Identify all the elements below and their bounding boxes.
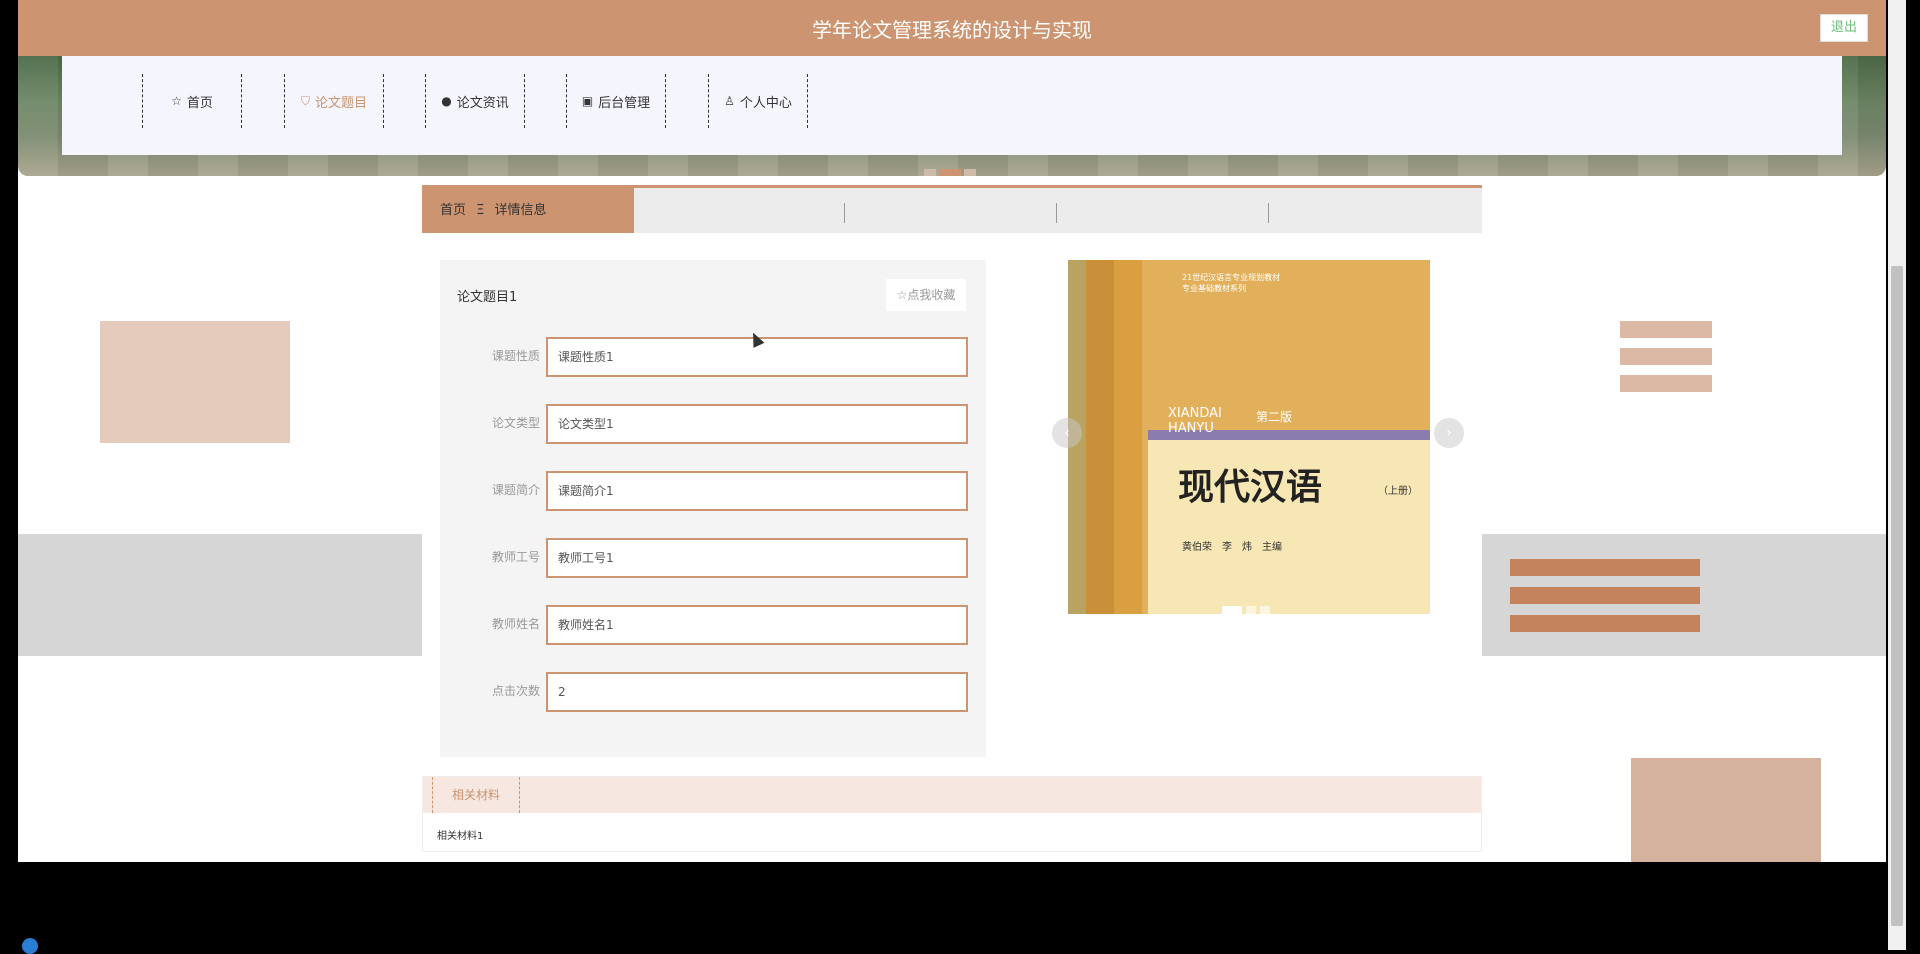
- field-value-input[interactable]: 课题简介1: [546, 471, 968, 511]
- field-row: 教师工号 教师工号1: [440, 538, 986, 578]
- nav-item-profile[interactable]: ♙ 个人中心: [708, 74, 808, 128]
- scrollbar[interactable]: [1888, 0, 1906, 950]
- field-row: 论文类型 论文类型1: [440, 404, 986, 444]
- deco-bar: [1510, 587, 1700, 604]
- banner-dot[interactable]: [964, 169, 976, 176]
- field-value-input[interactable]: 论文类型1: [546, 404, 968, 444]
- field-label: 课题简介: [491, 483, 540, 497]
- materials-tab-bar: 相关材料: [423, 777, 1481, 813]
- book-series-text: 21世纪汉语言专业规划教材 专业基础教材系列: [1182, 273, 1281, 293]
- detail-title: 论文题目1: [457, 290, 518, 305]
- nav-item-topics[interactable]: ⛉ 论文题目: [284, 74, 384, 128]
- book-title: 现代汉语: [1178, 466, 1323, 508]
- field-row: 教师姓名 教师姓名1: [440, 605, 986, 645]
- book-pinyin: XIANDAI HANYU: [1168, 406, 1222, 436]
- breadcrumb-home[interactable]: 首页: [440, 203, 466, 218]
- favorite-button[interactable]: ☆点我收藏: [886, 279, 966, 311]
- banner-dots: [924, 162, 979, 176]
- banner-dot[interactable]: [924, 169, 936, 176]
- user-icon: ♙: [724, 94, 735, 108]
- book-authors: 黄伯荣 李 炜 主编: [1182, 542, 1282, 553]
- deco-bar: [1620, 375, 1712, 392]
- image-carousel: 21世纪汉语言专业规划教材 专业基础教材系列 XIANDAI HANYU 第二版…: [1052, 260, 1464, 614]
- book-edition: 第二版: [1256, 410, 1293, 424]
- nav-item-label: 论文题目: [315, 95, 368, 111]
- star-icon: ☆: [171, 94, 182, 108]
- breadcrumb-separator: Ξ: [476, 203, 485, 218]
- deco-block: [100, 321, 290, 443]
- nav-item-label: 首页: [186, 95, 213, 111]
- field-row: 点击次数 2: [440, 672, 986, 712]
- nav-item-admin[interactable]: ▣ 后台管理: [566, 74, 666, 128]
- field-label: 教师工号: [491, 550, 540, 564]
- deco-bar: [1620, 321, 1712, 338]
- site-title: 学年论文管理系统的设计与实现: [812, 18, 1092, 42]
- nav-item-news[interactable]: ● 论文资讯: [425, 74, 525, 128]
- banner-dot-active[interactable]: [939, 169, 961, 176]
- field-label: 课题性质: [491, 349, 540, 363]
- carousel-dots: [1222, 599, 1274, 618]
- materials-content: 相关材料1: [437, 831, 484, 842]
- breadcrumb: 首页 Ξ 详情信息: [422, 185, 1482, 233]
- carousel-prev-button[interactable]: ‹: [1052, 418, 1082, 448]
- status-dot-icon: [22, 938, 38, 954]
- tab-materials[interactable]: 相关材料: [432, 777, 520, 813]
- nav-item-label: 个人中心: [739, 95, 792, 111]
- logout-button[interactable]: 退出: [1820, 14, 1868, 42]
- field-value-input[interactable]: 教师姓名1: [546, 605, 968, 645]
- field-label: 论文类型: [491, 416, 540, 430]
- top-bar: 学年论文管理系统的设计与实现 退出: [18, 0, 1886, 56]
- carousel-dot-active[interactable]: [1222, 606, 1242, 614]
- deco-bar: [1510, 615, 1700, 632]
- deco-bar: [1510, 559, 1700, 576]
- scrollbar-thumb[interactable]: [1891, 266, 1903, 926]
- carousel-next-button[interactable]: ›: [1434, 418, 1464, 448]
- breadcrumb-label: 首页 Ξ 详情信息: [422, 188, 634, 233]
- materials-section: 相关材料 相关材料1: [422, 776, 1482, 852]
- bag-icon: ⛉: [300, 93, 310, 108]
- detail-panel: 论文题目1 ☆点我收藏 课题性质 课题性质1 论文类型 论文类型1 课题简介 课…: [440, 260, 986, 757]
- book-cover-image: 21世纪汉语言专业规划教材 专业基础教材系列 XIANDAI HANYU 第二版…: [1068, 260, 1430, 614]
- breadcrumb-current: 详情信息: [494, 203, 547, 218]
- nav-item-label: 后台管理: [598, 95, 651, 111]
- field-value-input[interactable]: 教师工号1: [546, 538, 968, 578]
- carousel-dot[interactable]: [1246, 606, 1256, 614]
- deco-band: [18, 534, 422, 656]
- page: 学年论文管理系统的设计与实现 退出 ☆ 首页 ⛉ 论文题目 ● 论文资讯 ▣ 后…: [18, 0, 1886, 862]
- deco-bar: [1620, 348, 1712, 365]
- nav-item-label: 论文资讯: [456, 95, 509, 111]
- box-icon: ▣: [581, 94, 594, 108]
- nav-item-home[interactable]: ☆ 首页: [142, 74, 242, 128]
- field-row: 课题简介 课题简介1: [440, 471, 986, 511]
- field-label: 点击次数: [491, 684, 540, 698]
- info-icon: ●: [441, 94, 452, 108]
- field-row: 课题性质 课题性质1: [440, 337, 986, 377]
- deco-block: [1631, 758, 1821, 862]
- carousel-dot[interactable]: [1260, 606, 1270, 614]
- field-label: 教师姓名: [491, 617, 540, 631]
- book-volume: （上册）: [1378, 486, 1418, 497]
- main-nav: ☆ 首页 ⛉ 论文题目 ● 论文资讯 ▣ 后台管理 ♙ 个人中心: [62, 56, 1842, 155]
- field-value-input[interactable]: 2: [546, 672, 968, 712]
